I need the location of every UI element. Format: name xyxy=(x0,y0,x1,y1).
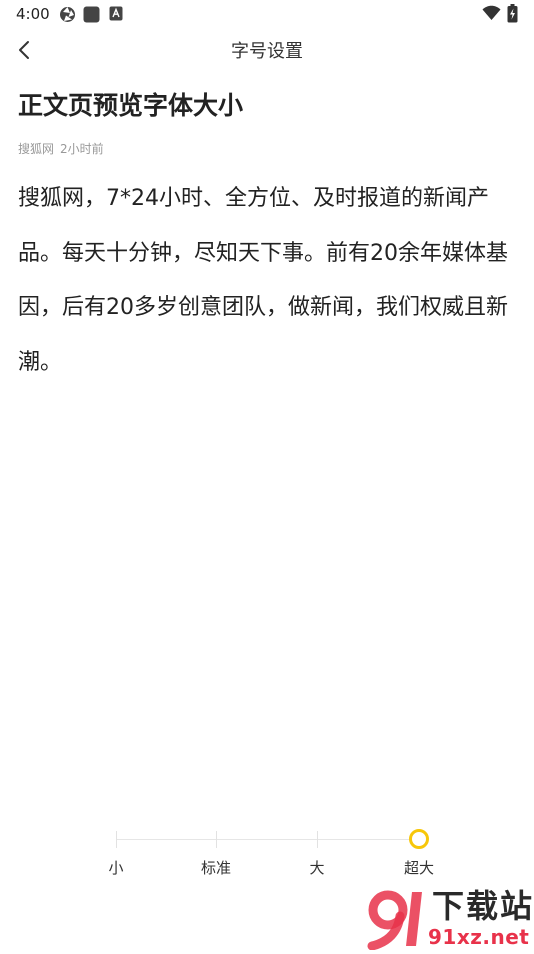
slider-tick-large[interactable] xyxy=(317,831,318,848)
slider-thumb[interactable] xyxy=(409,829,429,849)
font-size-option-standard[interactable]: 标准 xyxy=(186,858,246,878)
font-size-option-extra-large[interactable]: 超大 xyxy=(389,858,449,878)
app-square-icon xyxy=(83,6,100,23)
status-time: 4:00 xyxy=(16,5,50,23)
watermark-text-top: 下载站 xyxy=(432,887,534,925)
battery-charging-icon xyxy=(507,4,518,23)
font-size-option-small[interactable]: 小 xyxy=(86,858,146,878)
slider-track[interactable] xyxy=(116,839,419,840)
site-watermark: 下载站 91xz.net xyxy=(362,886,534,951)
aperture-icon xyxy=(59,6,76,23)
article-meta: 搜狐网 2小时前 xyxy=(18,140,110,158)
font-size-option-large[interactable]: 大 xyxy=(287,858,347,878)
font-size-slider[interactable]: 小 标准 大 超大 xyxy=(0,820,534,890)
article-title: 正文页预览字体大小 xyxy=(18,91,244,120)
top-app-bar: 字号设置 xyxy=(0,28,534,76)
watermark-logo-icon xyxy=(362,886,432,954)
status-bar: 4:00 xyxy=(0,0,534,28)
slider-tick-standard[interactable] xyxy=(216,831,217,848)
wifi-icon xyxy=(482,5,501,21)
page-title: 字号设置 xyxy=(231,41,303,62)
article-body: 搜狐网，7*24小时、全方位、及时报道的新闻产品。每天十分钟，尽知天下事。前有2… xyxy=(18,186,508,375)
article-time: 2小时前 xyxy=(60,142,104,156)
slider-tick-small[interactable] xyxy=(116,831,117,848)
watermark-text-bottom: 91xz.net xyxy=(428,925,530,949)
article-source: 搜狐网 xyxy=(18,142,55,156)
font-a-icon xyxy=(109,6,123,21)
